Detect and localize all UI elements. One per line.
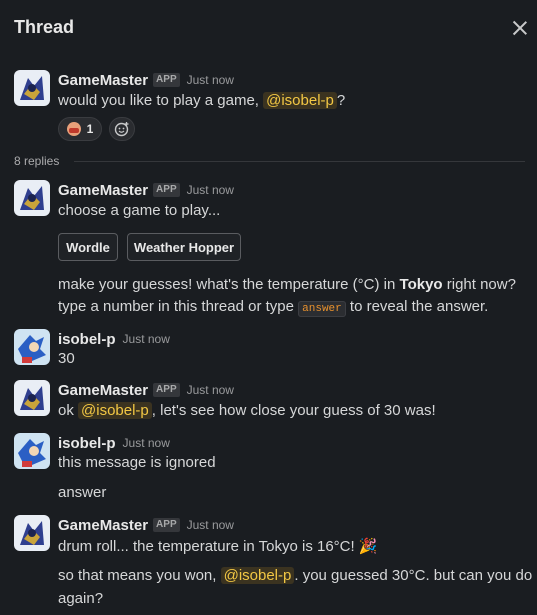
wordle-button[interactable]: Wordle [58,233,118,261]
gamemaster-avatar[interactable] [14,515,50,551]
sender-name[interactable]: GameMaster [58,382,148,399]
message-segment: to reveal the answer. [345,298,489,315]
bold-text: Tokyo [399,276,443,293]
close-icon[interactable] [511,19,529,37]
add-emoji-icon [114,122,129,137]
sender-name[interactable]: GameMaster [58,182,148,199]
add-reaction-button[interactable] [109,117,135,141]
isobel-avatar[interactable] [14,433,50,469]
message-text: again? [58,590,104,607]
user-mention[interactable]: @isobel-p [263,92,337,109]
user-mention[interactable]: @isobel-p [220,567,295,584]
message-segment: ok [58,402,79,419]
message-text: 30 [58,350,75,367]
message-text: would you like to play a game, @isobel-p… [58,92,345,109]
message-segment: make your guesses! what's the temperatur… [58,276,400,293]
app-badge: APP [153,518,180,532]
message-text: type a number in this thread or type ans… [58,298,489,317]
message-segment: right now? [442,276,516,293]
timestamp[interactable]: Just now [187,183,234,197]
thread-title: Thread [14,17,75,37]
replies-divider [74,161,525,162]
message-text: ok @isobel-p, let's see how close your g… [58,402,436,419]
gamemaster-avatar[interactable] [14,70,50,106]
reaction-count: 1 [86,122,94,136]
gamemaster-avatar[interactable] [14,380,50,416]
message-segment: type a number in this thread or type [58,298,299,315]
message-text: make your guesses! what's the temperatur… [58,276,516,293]
user-mention[interactable]: @isobel-p [78,402,152,419]
app-badge: APP [153,73,180,87]
reaction-pill[interactable]: 1 [58,117,102,141]
timestamp[interactable]: Just now [187,73,234,87]
app-badge: APP [153,383,180,397]
sender-name[interactable]: GameMaster [58,517,148,534]
message-segment: ? [336,92,346,109]
timestamp[interactable]: Just now [187,518,234,532]
sender-name[interactable]: GameMaster [58,72,148,89]
timestamp[interactable]: Just now [123,436,170,450]
isobel-avatar[interactable] [14,329,50,365]
gamemaster-avatar[interactable] [14,180,50,216]
beach-umbrella-icon [66,122,81,136]
message-segment: . you guessed 30°C. but can you do it [294,567,537,584]
app-badge: APP [153,183,180,197]
thread-header: Thread [0,0,537,56]
weather-hopper-button[interactable]: Weather Hopper [127,233,241,261]
message-text: drum roll... the temperature in Tokyo is… [58,538,378,555]
message-text: so that means you won, @isobel-p. you gu… [58,567,537,584]
replies-count: 8 replies [14,154,60,168]
message-text: answer [58,484,107,501]
message-text: this message is ignored [58,454,216,471]
message-text: choose a game to play... [58,202,221,219]
inline-code: answer [298,301,346,317]
message-segment: , let's see how close your guess of 30 w… [151,402,436,419]
timestamp[interactable]: Just now [187,383,234,397]
sender-name[interactable]: isobel-p [58,435,116,452]
message-segment: would you like to play a game, [58,92,264,109]
sender-name[interactable]: isobel-p [58,331,116,348]
timestamp[interactable]: Just now [123,332,170,346]
message-segment: so that means you won, [58,567,221,584]
